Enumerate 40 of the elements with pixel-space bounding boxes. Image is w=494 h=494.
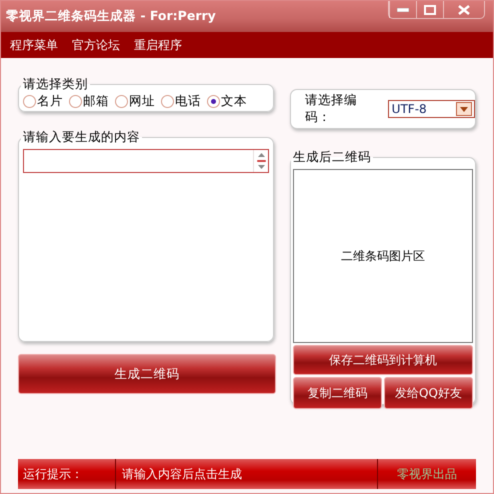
maximize-icon bbox=[424, 4, 436, 14]
save-button[interactable]: 保存二维码到计算机 bbox=[293, 345, 473, 375]
scroll-down-icon[interactable] bbox=[258, 165, 264, 169]
option-label: 电话 bbox=[175, 93, 201, 110]
radio-option[interactable]: 网址 bbox=[115, 93, 155, 110]
group-title: 请输入要生成的内容 bbox=[22, 129, 141, 146]
generate-button[interactable]: 生成二维码 bbox=[18, 354, 276, 394]
close-icon bbox=[458, 4, 470, 14]
status-message: 请输入内容后点击生成 bbox=[122, 466, 242, 482]
credit-text: 零视界出品 bbox=[397, 466, 457, 482]
status-label: 运行提示： bbox=[23, 466, 83, 482]
content-textarea[interactable] bbox=[23, 149, 269, 173]
window-title: 零视界二维条码生成器 - For:Perry bbox=[6, 8, 216, 25]
radio-button[interactable] bbox=[69, 95, 82, 108]
group-title: 生成后二维码 bbox=[292, 149, 372, 166]
option-label: 邮箱 bbox=[83, 93, 109, 110]
radio-option[interactable]: 名片 bbox=[23, 93, 63, 110]
menu-item[interactable]: 官方论坛 bbox=[72, 36, 120, 54]
radio-option[interactable]: 邮箱 bbox=[69, 93, 109, 110]
option-label: 文本 bbox=[221, 93, 247, 110]
scroll-up-icon[interactable] bbox=[258, 153, 264, 157]
radio-button[interactable] bbox=[207, 95, 220, 108]
send-button[interactable]: 发给QQ好友 bbox=[384, 377, 473, 409]
minimize-icon bbox=[397, 8, 409, 12]
radio-option[interactable]: 文本 bbox=[207, 93, 247, 110]
encoding-dropdown[interactable]: UTF-8 bbox=[388, 100, 475, 118]
radio-button[interactable] bbox=[115, 95, 128, 108]
radio-option[interactable]: 电话 bbox=[161, 93, 201, 110]
option-label: 名片 bbox=[37, 93, 63, 110]
radio-button[interactable] bbox=[23, 95, 36, 108]
menu-item[interactable]: 程序菜单 bbox=[10, 36, 58, 54]
caret-icon bbox=[460, 106, 468, 112]
encoding-label: 请选择编码： bbox=[305, 92, 358, 126]
copy-button[interactable]: 复制二维码 bbox=[293, 377, 382, 409]
radio-button[interactable] bbox=[161, 95, 174, 108]
option-label: 网址 bbox=[129, 93, 155, 110]
qr-placeholder-text: 二维条码图片区 bbox=[341, 248, 425, 264]
scrollbar[interactable] bbox=[253, 150, 268, 172]
group-title: 请选择类别 bbox=[22, 76, 89, 93]
menu-item[interactable]: 重启程序 bbox=[134, 36, 182, 54]
